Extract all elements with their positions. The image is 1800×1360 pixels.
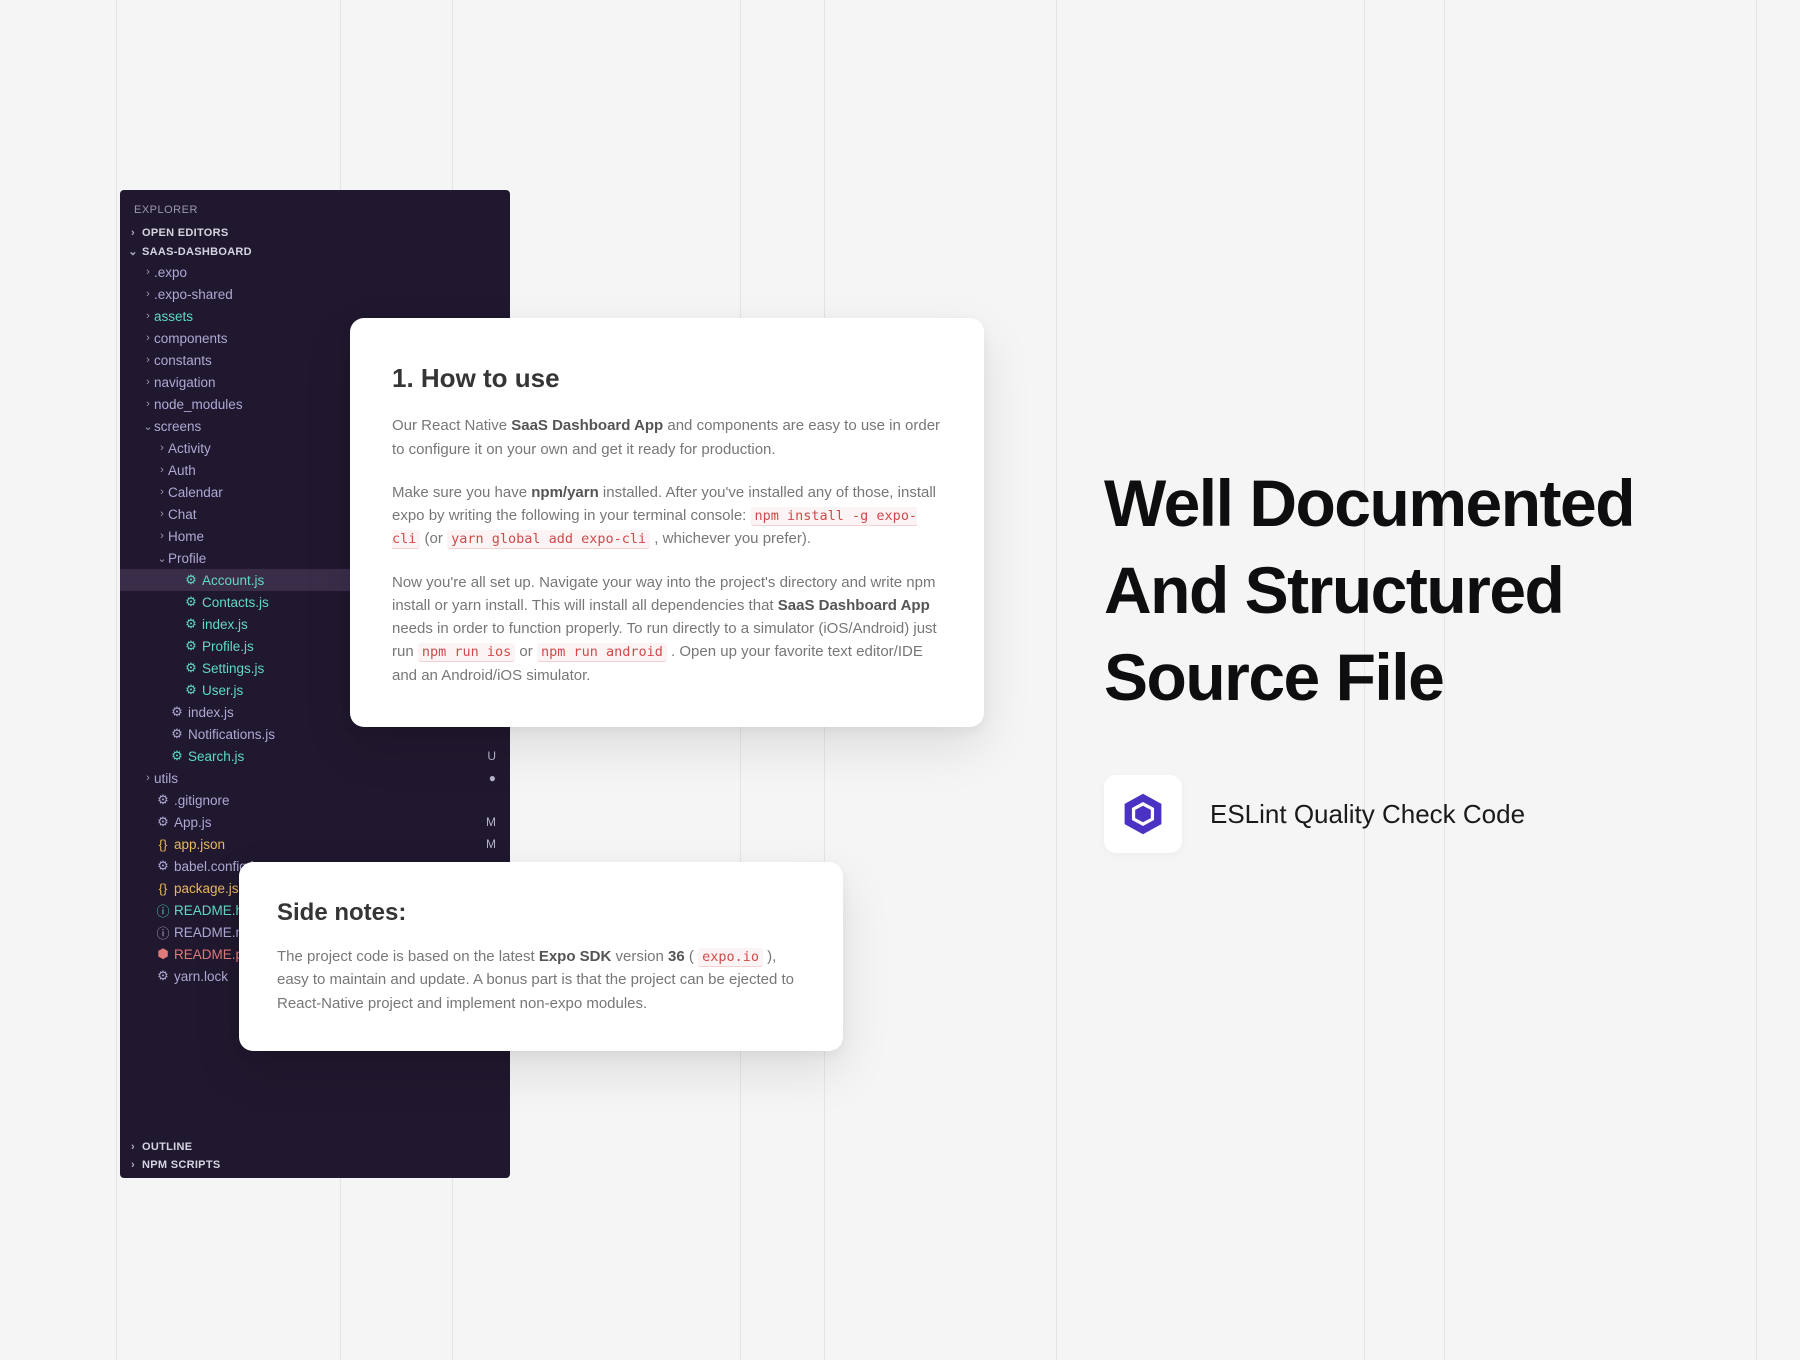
folder-label: utils [154, 771, 489, 786]
doc-card-side-notes: Side notes: The project code is based on… [239, 862, 843, 1051]
eslint-badge [1104, 775, 1182, 853]
file-icon: ⚙ [168, 704, 186, 720]
eslint-label: ESLint Quality Check Code [1210, 799, 1525, 830]
file-label: Notifications.js [188, 727, 502, 742]
doc-paragraph: Now you're all set up. Navigate your way… [392, 571, 942, 687]
chevron-down-icon: ⌄ [128, 245, 138, 258]
inline-code: yarn global add expo-cli [447, 530, 650, 549]
file-icon: ⓘ [154, 923, 172, 942]
chevron-right-icon: › [142, 354, 154, 366]
doc-heading: Side notes: [277, 894, 805, 931]
doc-paragraph: Our React Native SaaS Dashboard App and … [392, 414, 942, 461]
file-label: .gitignore [174, 793, 502, 808]
inline-code: expo.io [698, 948, 763, 967]
section-saas-dashboard[interactable]: ⌄ SAAS-DASHBOARD [120, 242, 510, 261]
file-label: app.json [174, 837, 486, 852]
folder--expo-shared[interactable]: ›.expo-shared [120, 283, 510, 305]
file-icon: ⚙ [154, 968, 172, 984]
git-status-badge: M [486, 837, 502, 851]
page-title: Well Documented And Structured Source Fi… [1104, 460, 1714, 721]
file-app-js[interactable]: ⚙App.jsM [120, 811, 510, 833]
file-icon: ⚙ [182, 638, 200, 654]
eslint-row: ESLint Quality Check Code [1104, 775, 1714, 853]
doc-card-how-to-use: 1. How to use Our React Native SaaS Dash… [350, 318, 984, 727]
file-icon: {} [154, 881, 172, 896]
file-label: Search.js [188, 749, 487, 764]
file--gitignore[interactable]: ⚙.gitignore [120, 789, 510, 811]
file-icon: ⚙ [182, 660, 200, 676]
chevron-right-icon: › [156, 486, 168, 498]
file-icon: ⚙ [182, 616, 200, 632]
git-status-badge: U [487, 749, 502, 763]
file-icon: ⚙ [154, 814, 172, 830]
section-npm-scripts[interactable]: › NPM SCRIPTS [120, 1156, 510, 1174]
file-app-json[interactable]: {}app.jsonM [120, 833, 510, 855]
section-outline[interactable]: › OUTLINE [120, 1138, 510, 1156]
section-label: OUTLINE [142, 1141, 192, 1153]
doc-heading: 1. How to use [392, 358, 942, 398]
eslint-icon [1120, 791, 1166, 837]
section-label: NPM SCRIPTS [142, 1159, 220, 1171]
chevron-right-icon: › [142, 772, 154, 784]
file-icon: ⚙ [154, 858, 172, 874]
chevron-right-icon: › [142, 288, 154, 300]
file-icon: ⚙ [168, 748, 186, 764]
inline-code: npm run android [537, 643, 667, 662]
file-icon: ⓘ [154, 901, 172, 920]
chevron-right-icon: › [128, 1159, 138, 1171]
chevron-right-icon: › [142, 398, 154, 410]
folder-label: .expo [154, 265, 502, 280]
folder-utils[interactable]: ›utils● [120, 767, 510, 789]
chevron-right-icon: › [156, 508, 168, 520]
file-icon: ⚙ [168, 726, 186, 742]
file-icon: ⚙ [182, 682, 200, 698]
file-icon: ⬢ [154, 946, 172, 962]
section-label: SAAS-DASHBOARD [142, 246, 252, 258]
chevron-right-icon: › [142, 332, 154, 344]
file-label: App.js [174, 815, 486, 830]
file-icon: {} [154, 837, 172, 852]
file-search-js[interactable]: ⚙Search.jsU [120, 745, 510, 767]
chevron-right-icon: › [128, 1141, 138, 1153]
chevron-right-icon: › [128, 227, 138, 239]
chevron-down-icon: ⌄ [156, 552, 168, 565]
chevron-down-icon: ⌄ [142, 420, 154, 433]
inline-code: npm run ios [418, 643, 515, 662]
chevron-right-icon: › [156, 464, 168, 476]
file-icon: ⚙ [182, 594, 200, 610]
folder-label: .expo-shared [154, 287, 502, 302]
git-status-badge: M [486, 815, 502, 829]
chevron-right-icon: › [156, 442, 168, 454]
chevron-right-icon: › [156, 530, 168, 542]
chevron-right-icon: › [142, 376, 154, 388]
section-open-editors[interactable]: › OPEN EDITORS [120, 224, 510, 242]
section-label: OPEN EDITORS [142, 227, 229, 239]
explorer-title: EXPLORER [120, 200, 510, 224]
git-status-badge: ● [489, 771, 502, 785]
folder--expo[interactable]: ›.expo [120, 261, 510, 283]
marketing-copy: Well Documented And Structured Source Fi… [1104, 460, 1714, 853]
chevron-right-icon: › [142, 310, 154, 322]
doc-paragraph: The project code is based on the latest … [277, 945, 805, 1015]
file-icon: ⚙ [154, 792, 172, 808]
doc-paragraph: Make sure you have npm/yarn installed. A… [392, 481, 942, 551]
chevron-right-icon: › [142, 266, 154, 278]
file-icon: ⚙ [182, 572, 200, 588]
